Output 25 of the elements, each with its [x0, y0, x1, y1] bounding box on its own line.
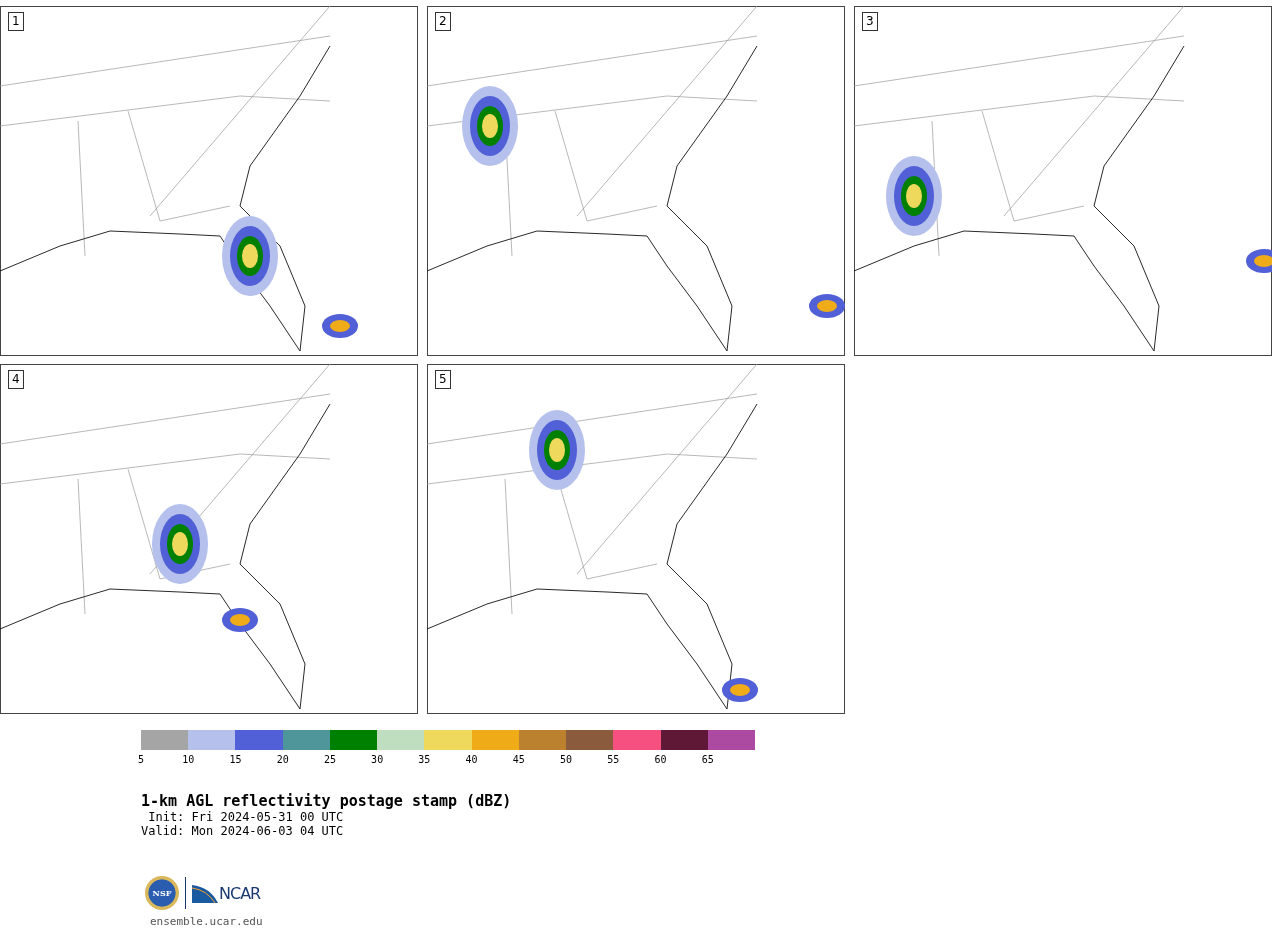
tick-label: 20 [276, 754, 289, 765]
tick-label: 45 [512, 754, 525, 765]
tick-label: 60 [654, 754, 667, 765]
init-time: Init: Fri 2024-05-31 00 UTC [147, 810, 345, 824]
panel-number: 3 [862, 12, 878, 31]
arc-logo-icon [192, 884, 218, 903]
panel-number: 4 [8, 370, 24, 389]
tick-label: 65 [701, 754, 714, 765]
panel-number: 1 [8, 12, 24, 31]
valid-time: Valid: Mon 2024-06-03 04 UTC [141, 824, 345, 838]
site-url: ensemble.ucar.edu [150, 915, 263, 928]
tick-label: 55 [607, 754, 620, 765]
tick-label: 40 [465, 754, 478, 765]
tick-label: 10 [182, 754, 195, 765]
tick-label: 15 [229, 754, 242, 765]
logo-text: NCAR [219, 883, 261, 903]
seal-logo: NSF [145, 876, 179, 910]
tick-label: 35 [418, 754, 431, 765]
chart-title: 1-km AGL reflectivity postage stamp (dBZ) [141, 792, 513, 810]
panel-number: 5 [435, 370, 451, 389]
tick-label: 30 [371, 754, 384, 765]
tick-label: 5 [138, 754, 144, 765]
tick-label: 25 [323, 754, 336, 765]
panel-number: 2 [435, 12, 451, 31]
tick-label: 50 [560, 754, 573, 765]
